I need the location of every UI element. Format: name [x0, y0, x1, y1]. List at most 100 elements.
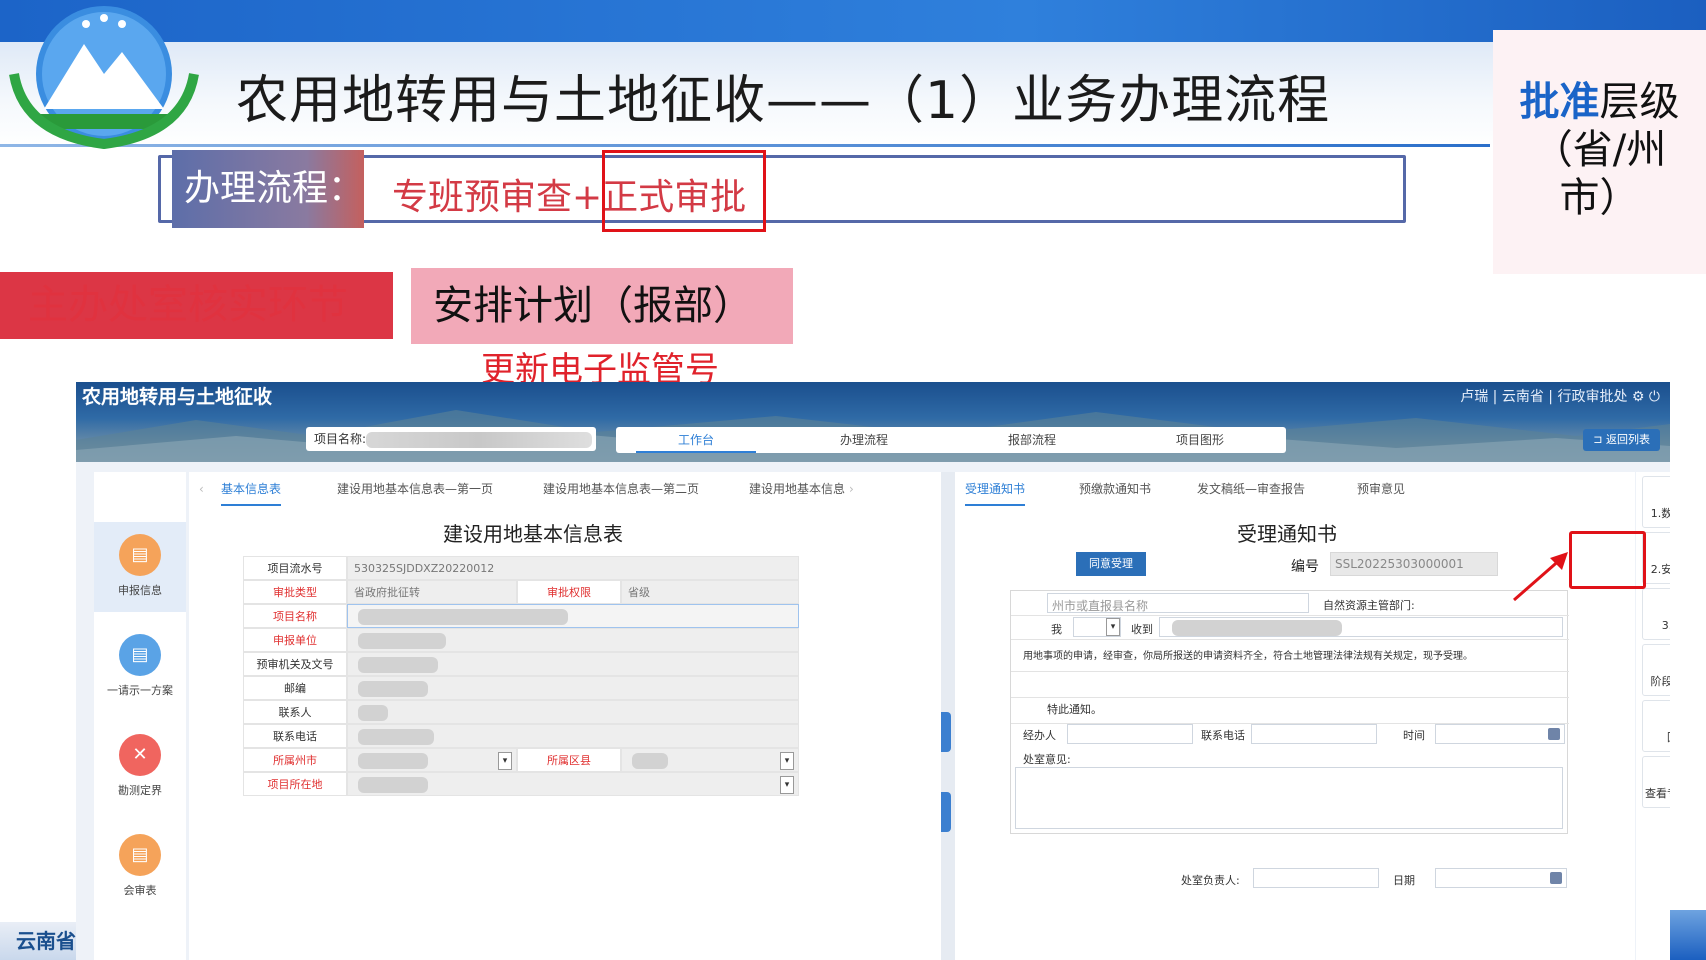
highlight-frame-button — [1569, 531, 1646, 589]
location-label: 项目所在地 — [243, 772, 347, 796]
collapse-right-handle[interactable] — [941, 712, 951, 752]
left-tab-page1[interactable]: 建设用地基本信息表—第一页 — [337, 472, 493, 506]
slide-title: 农用地转用与土地征收——（1）业务办理流程 — [236, 71, 1331, 131]
notice-body: 用地事项的申请，经审查，你局所报送的申请资料齐全，符合土地管理法律法规有关规定，… — [1023, 651, 1473, 662]
section-label: 主办处室核实环节 — [0, 272, 393, 339]
postcode-input[interactable] — [347, 676, 799, 700]
city-select[interactable]: ▾ — [347, 748, 517, 772]
collapse-left-handle[interactable] — [941, 792, 951, 832]
approval-level-line2: （省/州 — [1532, 127, 1667, 173]
nav-tab-workbench[interactable]: 工作台 — [636, 427, 756, 453]
user-info-text: 卢瑞 | 云南省 | 行政审批处 — [1460, 389, 1628, 405]
back-to-list-button[interactable]: ⊐ 返回列表 — [1583, 429, 1660, 451]
notice-title: 受理通知书 — [1237, 522, 1337, 546]
magnifier-icon: ⚲ — [1643, 761, 1670, 785]
number-label: 编号 — [1291, 559, 1319, 575]
left-tab-page2[interactable]: 建设用地基本信息表—第二页 — [543, 472, 699, 506]
right-tab-prepay[interactable]: 预缴款通知书 — [1079, 472, 1151, 506]
time-input[interactable] — [1435, 724, 1565, 744]
app-screenshot: 农用地转用与土地征收 卢瑞 | 云南省 | 行政审批处 ⚙ ⏻ 项目名称: 工作… — [76, 382, 1670, 960]
unit-select[interactable]: ▾ — [1073, 617, 1121, 637]
settings-icon[interactable]: ⚙ — [1632, 389, 1645, 405]
review-input[interactable] — [347, 652, 799, 676]
county-select[interactable]: ▾ — [621, 748, 799, 772]
opinion-textarea[interactable] — [1015, 767, 1563, 829]
app-title: 农用地转用与土地征收 — [82, 386, 273, 408]
left-tab-prev[interactable]: ‹ — [199, 472, 204, 506]
submit-button[interactable]: ➤ 3.提交 — [1642, 588, 1670, 640]
arrange-plan-button[interactable]: ✎ 2.安排计划 — [1642, 532, 1670, 584]
right-tab-review-report[interactable]: 发文稿纸—审查报告 — [1197, 472, 1305, 506]
contact-label: 联系人 — [243, 700, 347, 724]
nav-tab-process[interactable]: 办理流程 — [804, 427, 924, 453]
calendar-icon[interactable] — [1550, 872, 1562, 884]
left-nav-label: 申报信息 — [118, 584, 162, 597]
approval-level-box: 批准层级 （省/州 市） — [1493, 30, 1706, 274]
nav-tabs: 工作台 办理流程 报部流程 项目图形 — [616, 427, 1286, 453]
button-label: 2.安排计划 — [1650, 563, 1670, 576]
right-tab-acceptance[interactable]: 受理通知书 — [965, 472, 1026, 506]
nav-tab-graphics[interactable]: 项目图形 — [1140, 427, 1260, 453]
serial-value[interactable]: 530325SJDDXZ20220012 — [347, 556, 799, 580]
approval-level-text: 批准层级 （省/州 市） — [1493, 78, 1706, 222]
button-label: 查看专班意见 — [1645, 787, 1670, 800]
blurred-value — [358, 681, 428, 697]
serial-label: 项目流水号 — [243, 556, 347, 580]
blurred-value — [358, 609, 568, 625]
phone-input[interactable] — [347, 724, 799, 748]
right-panel: 受理通知书 预缴款通知书 发文稿纸—审查报告 预审意见 受理通知书 同意受理 编… — [955, 472, 1635, 960]
location-select[interactable]: ▾ — [347, 772, 799, 796]
postcode-label: 邮编 — [243, 676, 347, 700]
user-info: 卢瑞 | 云南省 | 行政审批处 ⚙ ⏻ — [1460, 382, 1660, 412]
left-nav: ▤ 申报信息 ▤ 一请示一方案 ✕ 勘测定界 ▤ 会审表 — [94, 472, 186, 960]
data-check-button[interactable]: ⌕ 1.数据检查 — [1642, 476, 1670, 528]
view-opinion-button[interactable]: ⚲ 查看专班意见 — [1642, 756, 1670, 808]
approval-level-highlight: 批准 — [1519, 79, 1600, 125]
left-nav-declare[interactable]: ▤ 申报信息 — [94, 522, 186, 612]
chevron-down-icon[interactable]: ▾ — [498, 752, 512, 770]
button-label: 1.数据检查 — [1650, 507, 1670, 520]
applicant-input[interactable] — [347, 628, 799, 652]
blurred-value — [632, 753, 668, 769]
county-name-input[interactable]: 州市或直报县名称 — [1047, 593, 1309, 613]
blurred-value — [358, 657, 438, 673]
received-input[interactable] — [1159, 617, 1563, 637]
applicant-label: 申报单位 — [243, 628, 347, 652]
edit-icon: ✎ — [1643, 537, 1670, 561]
blurred-value — [1172, 620, 1342, 636]
number-value[interactable]: SSL20225303000001 — [1330, 552, 1498, 576]
left-nav-survey[interactable]: ✕ 勘测定界 — [94, 722, 186, 812]
handler-input[interactable] — [1067, 724, 1193, 744]
chevron-down-icon[interactable]: ▾ — [1106, 618, 1120, 636]
left-nav-review[interactable]: ▤ 会审表 — [94, 822, 186, 912]
left-nav-plan[interactable]: ▤ 一请示一方案 — [94, 622, 186, 712]
approval-level-rest: 层级 — [1599, 79, 1680, 125]
left-nav-label: 一请示一方案 — [107, 684, 173, 697]
handler-label: 经办人 — [1023, 729, 1056, 742]
review-label: 预审机关及文号 — [243, 652, 347, 676]
transfer-button[interactable]: ⇅ 阶段内批转 — [1642, 644, 1670, 696]
calendar-icon[interactable] — [1548, 728, 1560, 740]
button-label: 3.提交 — [1661, 619, 1670, 632]
left-tab-basic[interactable]: 基本信息表 — [221, 472, 282, 506]
approval-type-value[interactable]: 省政府批征转 — [347, 580, 517, 604]
project-name-input[interactable] — [347, 604, 799, 628]
return-icon: ⊐ — [1593, 433, 1603, 446]
contact-phone-input[interactable] — [1251, 724, 1377, 744]
tools-icon: ✕ — [119, 734, 161, 776]
chief-input[interactable] — [1253, 868, 1379, 888]
chevron-down-icon[interactable]: ▾ — [780, 776, 794, 794]
power-icon[interactable]: ⏻ — [1649, 389, 1660, 405]
rollback-button[interactable]: ⊐ 回退 — [1642, 700, 1670, 752]
left-nav-label: 会审表 — [123, 884, 157, 897]
accept-button[interactable]: 同意受理 — [1076, 552, 1146, 576]
chevron-down-icon[interactable]: ▾ — [780, 752, 794, 770]
right-tab-pre-opinion[interactable]: 预审意见 — [1357, 472, 1405, 506]
nav-tab-report[interactable]: 报部流程 — [972, 427, 1092, 453]
left-tab-page3[interactable]: 建设用地基本信息 — [749, 472, 847, 506]
left-panel: ‹ 基本信息表 建设用地基本信息表—第一页 建设用地基本信息表—第二页 建设用地… — [189, 472, 941, 960]
contact-input[interactable] — [347, 700, 799, 724]
approval-auth-value[interactable]: 省级 — [621, 580, 799, 604]
left-tab-next[interactable]: › — [849, 472, 854, 506]
date-input[interactable] — [1435, 868, 1567, 888]
